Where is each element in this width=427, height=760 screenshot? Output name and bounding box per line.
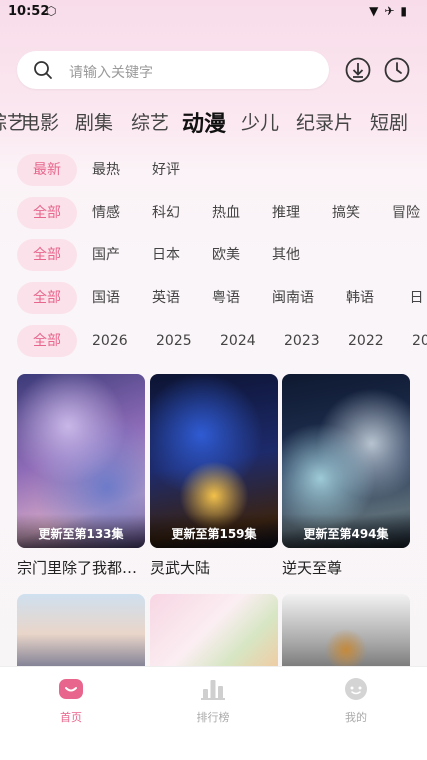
filter-chip-selected[interactable]: 最新 [17,154,77,186]
video-card-poster[interactable] [150,594,278,674]
download-icon[interactable] [345,57,371,83]
filter-chip[interactable]: 闽南语 [272,282,314,314]
nav-rank[interactable]: 排行榜 [173,677,253,725]
filter-chip[interactable]: 国语 [92,282,120,314]
bottom-nav: 首页 排行榜 我的 [0,666,427,760]
nav-home[interactable]: 首页 [31,677,111,725]
filter-chip[interactable]: 最热 [92,154,120,186]
filter-chip[interactable]: 欧美 [212,239,240,271]
filter-chip[interactable]: 好评 [152,154,180,186]
profile-icon [345,678,367,700]
video-card[interactable]: 更新至第159集 灵武大陆 [150,374,278,578]
status-bar: 10:52 ⬡ ▼✈▮ [0,0,427,26]
video-card[interactable]: 更新至第133集 宗门里除了我都是卧底 [17,374,145,578]
tab-category-active[interactable]: 动漫 [182,106,226,138]
episode-badge: 更新至第133集 [17,514,145,548]
tab-category[interactable]: 剧集 [75,108,113,135]
episode-badge: 更新至第159集 [150,514,278,548]
box-icon: ⬡ [46,4,57,18]
poster-image: 更新至第494集 [282,374,410,548]
search-placeholder: 请输入关键字 [69,65,153,81]
video-title: 逆天至尊 [282,559,343,577]
filter-chip[interactable]: 冒险 [392,197,420,229]
nav-mine[interactable]: 我的 [316,677,396,725]
ranking-icon [201,680,225,700]
video-card-poster[interactable] [282,594,410,674]
battery-icon: ▮ [400,4,413,18]
home-icon [59,679,83,699]
filter-chip[interactable]: 情感 [92,197,120,229]
status-time: 10:52 [8,4,50,19]
filter-chip[interactable]: 粤语 [212,282,240,314]
history-icon[interactable] [384,57,410,83]
filter-chip[interactable]: 科幻 [152,197,180,229]
search-bar[interactable]: 请输入关键字 [17,51,329,89]
tab-category[interactable]: 综艺 [131,108,169,135]
nav-rank-label: 排行榜 [196,711,230,724]
nav-home-label: 首页 [60,711,82,724]
filter-chip[interactable]: 日语 [406,282,427,314]
video-title: 宗门里除了我都是卧底 [17,559,145,577]
filter-chip[interactable]: 国产 [92,239,120,271]
filter-chip[interactable]: 2021 [412,325,427,357]
filter-chip[interactable]: 其他 [272,239,300,271]
filter-chip[interactable]: 韩语 [346,282,374,314]
filter-chip-selected[interactable]: 全部 [17,282,77,314]
wifi-icon: ▼ [369,4,385,18]
filter-chip[interactable]: 热血 [212,197,240,229]
filter-row-genre: 全部 情感 科幻 热血 推理 搞笑 冒险 [0,197,427,229]
episode-badge: 更新至第494集 [282,514,410,548]
filter-chip[interactable]: 2022 [348,325,384,357]
tab-category[interactable]: 少儿 [241,108,279,135]
video-card-poster[interactable] [17,594,145,674]
tab-category[interactable]: 电影 [21,108,59,135]
airplane-icon: ✈ [384,4,401,18]
video-title: 灵武大陆 [150,559,211,577]
tab-category[interactable]: 短剧 [370,108,408,135]
filter-chip[interactable]: 2024 [220,325,256,357]
filter-row-sort: 最新 最热 好评 [0,154,427,186]
poster-image: 更新至第159集 [150,374,278,548]
filter-row-year: 全部 2026 2025 2024 2023 2022 2021 [0,325,427,357]
filter-row-language: 全部 国语 英语 粤语 闽南语 韩语 日语 [0,282,427,314]
nav-mine-label: 我的 [345,711,367,724]
filter-chip[interactable]: 英语 [152,282,180,314]
tab-category[interactable]: 纪录片 [296,108,353,135]
filter-chip-selected[interactable]: 全部 [17,239,77,271]
filter-chip-selected[interactable]: 全部 [17,325,77,357]
poster-image: 更新至第133集 [17,374,145,548]
filter-chip[interactable]: 2025 [156,325,192,357]
filter-chip[interactable]: 推理 [272,197,300,229]
filter-chip-selected[interactable]: 全部 [17,197,77,229]
filter-row-region: 全部 国产 日本 欧美 其他 [0,239,427,271]
video-card[interactable]: 更新至第494集 逆天至尊 [282,374,410,578]
filter-chip[interactable]: 2026 [92,325,128,357]
filter-chip[interactable]: 搞笑 [332,197,360,229]
filter-chip[interactable]: 日本 [152,239,180,271]
search-icon [34,61,52,79]
filter-chip[interactable]: 2023 [284,325,320,357]
